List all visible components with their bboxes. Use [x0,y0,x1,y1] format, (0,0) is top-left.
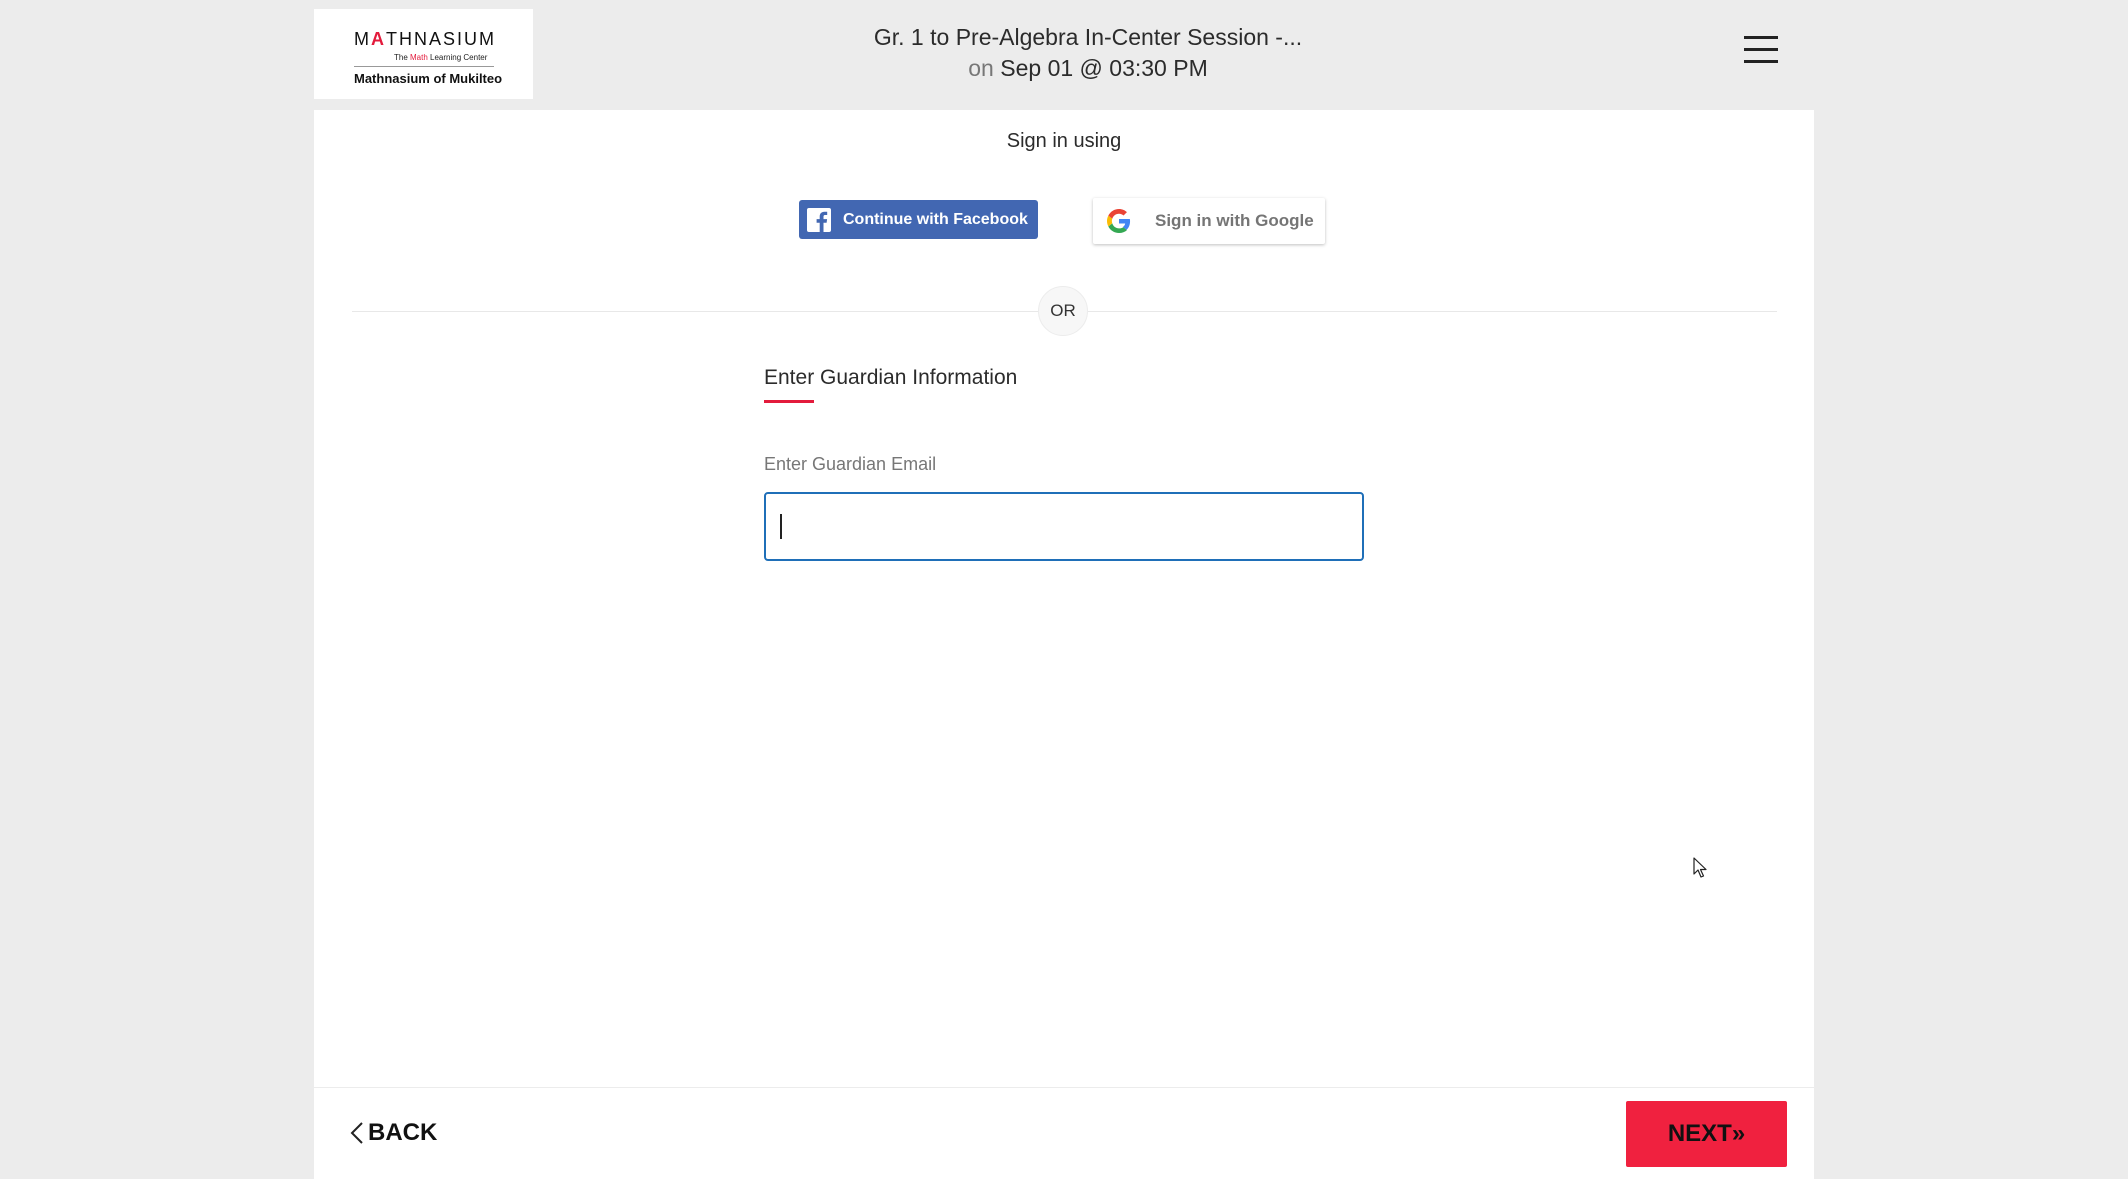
next-button[interactable]: NEXT» [1626,1101,1787,1167]
or-separator: OR [1038,286,1088,336]
logo-tagline: The Math Learning Center [394,53,488,62]
facebook-signin-button[interactable]: Continue with Facebook [799,200,1038,239]
main-card [314,110,1814,1179]
logo-divider [354,66,494,67]
google-button-label: Sign in with Google [1155,211,1314,230]
session-datetime: Sep 01 @ 03:30 PM [1000,55,1208,81]
mathnasium-logo[interactable]: MATHNASIUM The Math Learning Center Math… [314,9,533,99]
google-icon [1107,209,1131,233]
back-button-label: BACK [368,1119,438,1146]
google-signin-button[interactable]: Sign in with Google [1093,198,1325,244]
guardian-email-label: Enter Guardian Email [764,454,937,474]
header: MATHNASIUM The Math Learning Center Math… [0,0,2128,110]
sign-in-heading: Sign in using [1006,130,1122,152]
footer-divider [314,1087,1814,1088]
mouse-cursor-icon [1693,857,1707,878]
session-title: Gr. 1 to Pre-Algebra In-Center Session -… [873,24,1303,50]
back-button[interactable]: BACK [348,1116,437,1150]
guardian-section-title: Enter Guardian Information [764,366,1018,389]
section-title-underline [764,400,814,403]
facebook-button-label: Continue with Facebook [843,210,1028,228]
logo-wordmark: MATHNASIUM [354,29,496,49]
guardian-email-input[interactable] [764,492,1364,561]
facebook-icon [807,207,831,232]
text-caret [780,514,782,539]
session-date: on Sep 01 @ 03:30 PM [820,55,1356,82]
hamburger-menu-icon[interactable] [1744,36,1778,64]
logo-center-name: Mathnasium of Mukilteo [354,71,503,86]
session-on-label: on [968,55,994,81]
chevron-left-icon [350,1122,363,1144]
